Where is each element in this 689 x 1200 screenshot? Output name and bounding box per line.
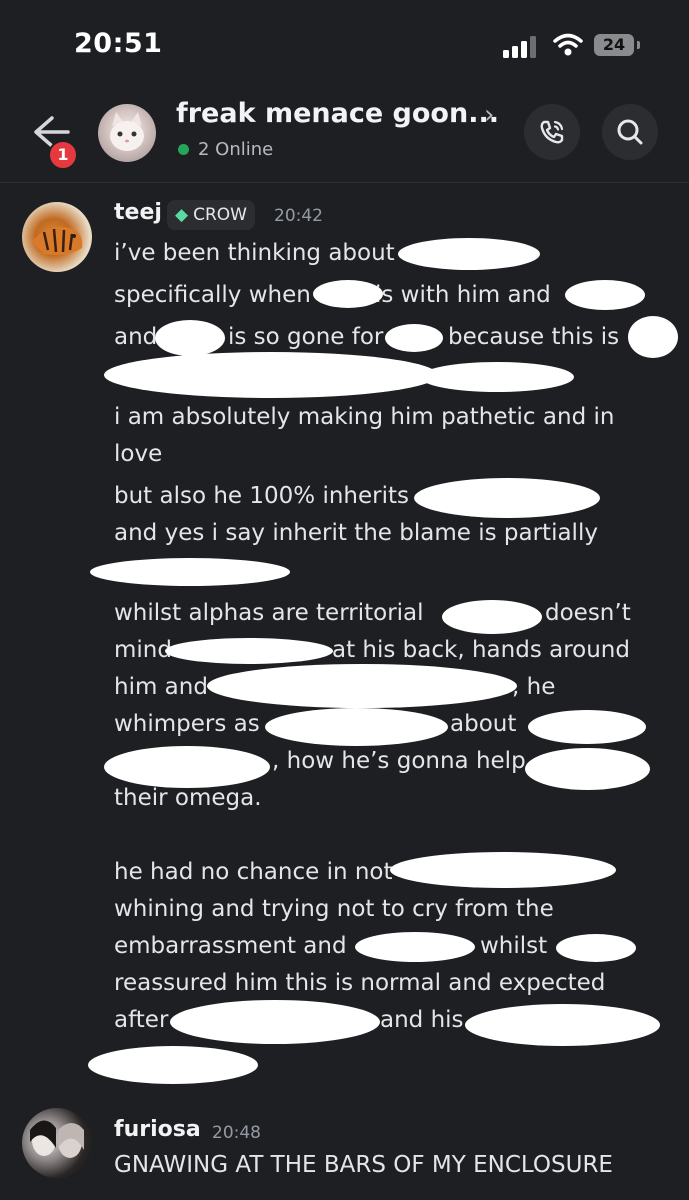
search-icon — [617, 119, 643, 145]
redaction-mark — [265, 708, 448, 746]
redaction-mark — [390, 852, 616, 888]
author-name[interactable]: teej — [114, 200, 162, 225]
message-text: mind — [114, 637, 172, 663]
redaction-mark — [385, 324, 443, 352]
redaction-mark — [155, 320, 225, 356]
redaction-mark — [465, 1004, 660, 1046]
message-text: doesn’t — [545, 600, 631, 626]
redaction-mark — [355, 932, 475, 962]
channel-title[interactable]: freak menace goon... — [176, 98, 499, 129]
message-timestamp: 20:42 — [274, 206, 323, 226]
message-text: is with him and — [375, 282, 551, 308]
online-status-dot — [178, 144, 189, 155]
message-text: he had no chance in not — [114, 859, 393, 885]
battery-icon: 24 — [594, 34, 634, 56]
message-text: but also he 100% inherits — [114, 483, 410, 509]
redaction-mark — [442, 600, 542, 634]
call-button[interactable] — [524, 104, 580, 160]
message-text: and his — [380, 1007, 464, 1033]
redaction-mark — [104, 352, 438, 398]
message-text: after — [114, 1007, 169, 1033]
message-text: and yes i say inherit the blame is parti… — [114, 520, 598, 546]
message-text: whimpers as — [114, 711, 260, 737]
message-text: at his back, hands around — [332, 637, 630, 663]
search-button[interactable] — [602, 104, 658, 160]
message-text: whining and trying not to cry from the — [114, 896, 554, 922]
redaction-mark — [525, 748, 650, 790]
redaction-mark — [207, 664, 517, 708]
chevron-right-icon[interactable]: › — [484, 100, 494, 130]
redaction-mark — [628, 316, 678, 358]
role-label: CROW — [193, 205, 247, 225]
redaction-mark — [313, 280, 383, 308]
redaction-mark — [556, 934, 636, 962]
message-text: whilst — [480, 933, 548, 959]
message-text: i’ve been thinking about — [114, 240, 395, 266]
message-text: their omega. — [114, 785, 262, 811]
message-text: GNAWING AT THE BARS OF MY ENCLOSURE — [114, 1152, 613, 1178]
message-timestamp: 20:48 — [212, 1123, 261, 1143]
unread-badge: 1 — [48, 140, 78, 170]
message-text: specifically when — [114, 282, 311, 308]
gem-icon: ◆ — [175, 205, 189, 225]
redaction-mark — [565, 280, 645, 310]
battery-tip — [637, 41, 640, 49]
author-name[interactable]: furiosa — [114, 1117, 201, 1142]
redaction-mark — [88, 1046, 258, 1084]
message-text: whilst alphas are territorial — [114, 600, 424, 626]
message-text: him and — [114, 674, 208, 700]
redaction-mark — [90, 558, 290, 586]
message-text: is so gone for — [228, 324, 384, 350]
message-text: , he — [512, 674, 556, 700]
online-count: 2 Online — [198, 139, 274, 160]
phone-icon — [540, 120, 564, 144]
message-text: about — [450, 711, 517, 737]
message-text: embarrassment and — [114, 933, 347, 959]
message-text: love — [114, 441, 163, 467]
signal-icon — [503, 36, 536, 58]
message-text: i am absolutely making him pathetic and … — [114, 404, 615, 430]
redaction-mark — [528, 710, 646, 744]
status-time: 20:51 — [74, 28, 163, 59]
header-divider — [0, 182, 689, 183]
message-text: reassured him this is normal and expecte… — [114, 970, 606, 996]
redaction-mark — [104, 746, 270, 788]
group-avatar[interactable] — [98, 104, 156, 162]
message-text: because this is — [448, 324, 620, 350]
redaction-mark — [165, 638, 333, 664]
redaction-mark — [420, 362, 574, 392]
redaction-mark — [414, 478, 600, 518]
user-avatar-furiosa[interactable] — [22, 1108, 92, 1178]
message-text: and — [114, 324, 158, 350]
message-text: , how he’s gonna help — [272, 748, 526, 774]
wifi-icon — [553, 33, 583, 56]
role-tag: ◆ CROW — [167, 200, 255, 230]
redaction-mark — [170, 1000, 380, 1044]
user-avatar-teej[interactable] — [22, 202, 92, 272]
redaction-mark — [398, 238, 540, 270]
